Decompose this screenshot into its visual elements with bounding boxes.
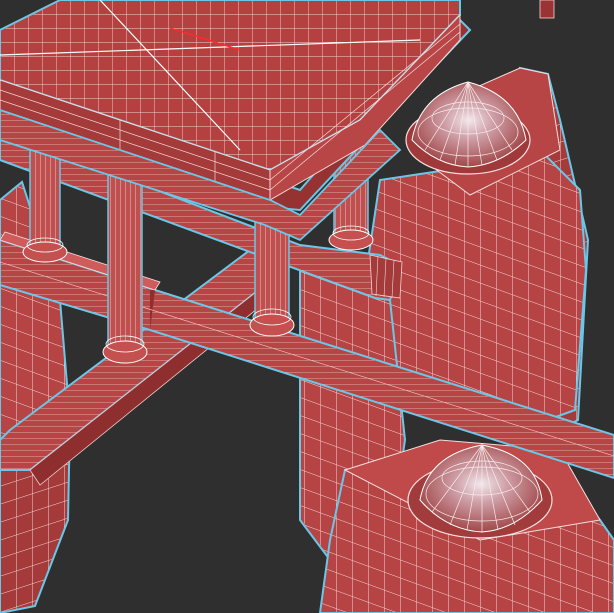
viewport-scene[interactable] bbox=[0, 0, 614, 613]
3d-viewport[interactable] bbox=[0, 0, 614, 613]
column-front-left[interactable] bbox=[102, 164, 148, 364]
far-right-post[interactable] bbox=[539, 0, 555, 19]
